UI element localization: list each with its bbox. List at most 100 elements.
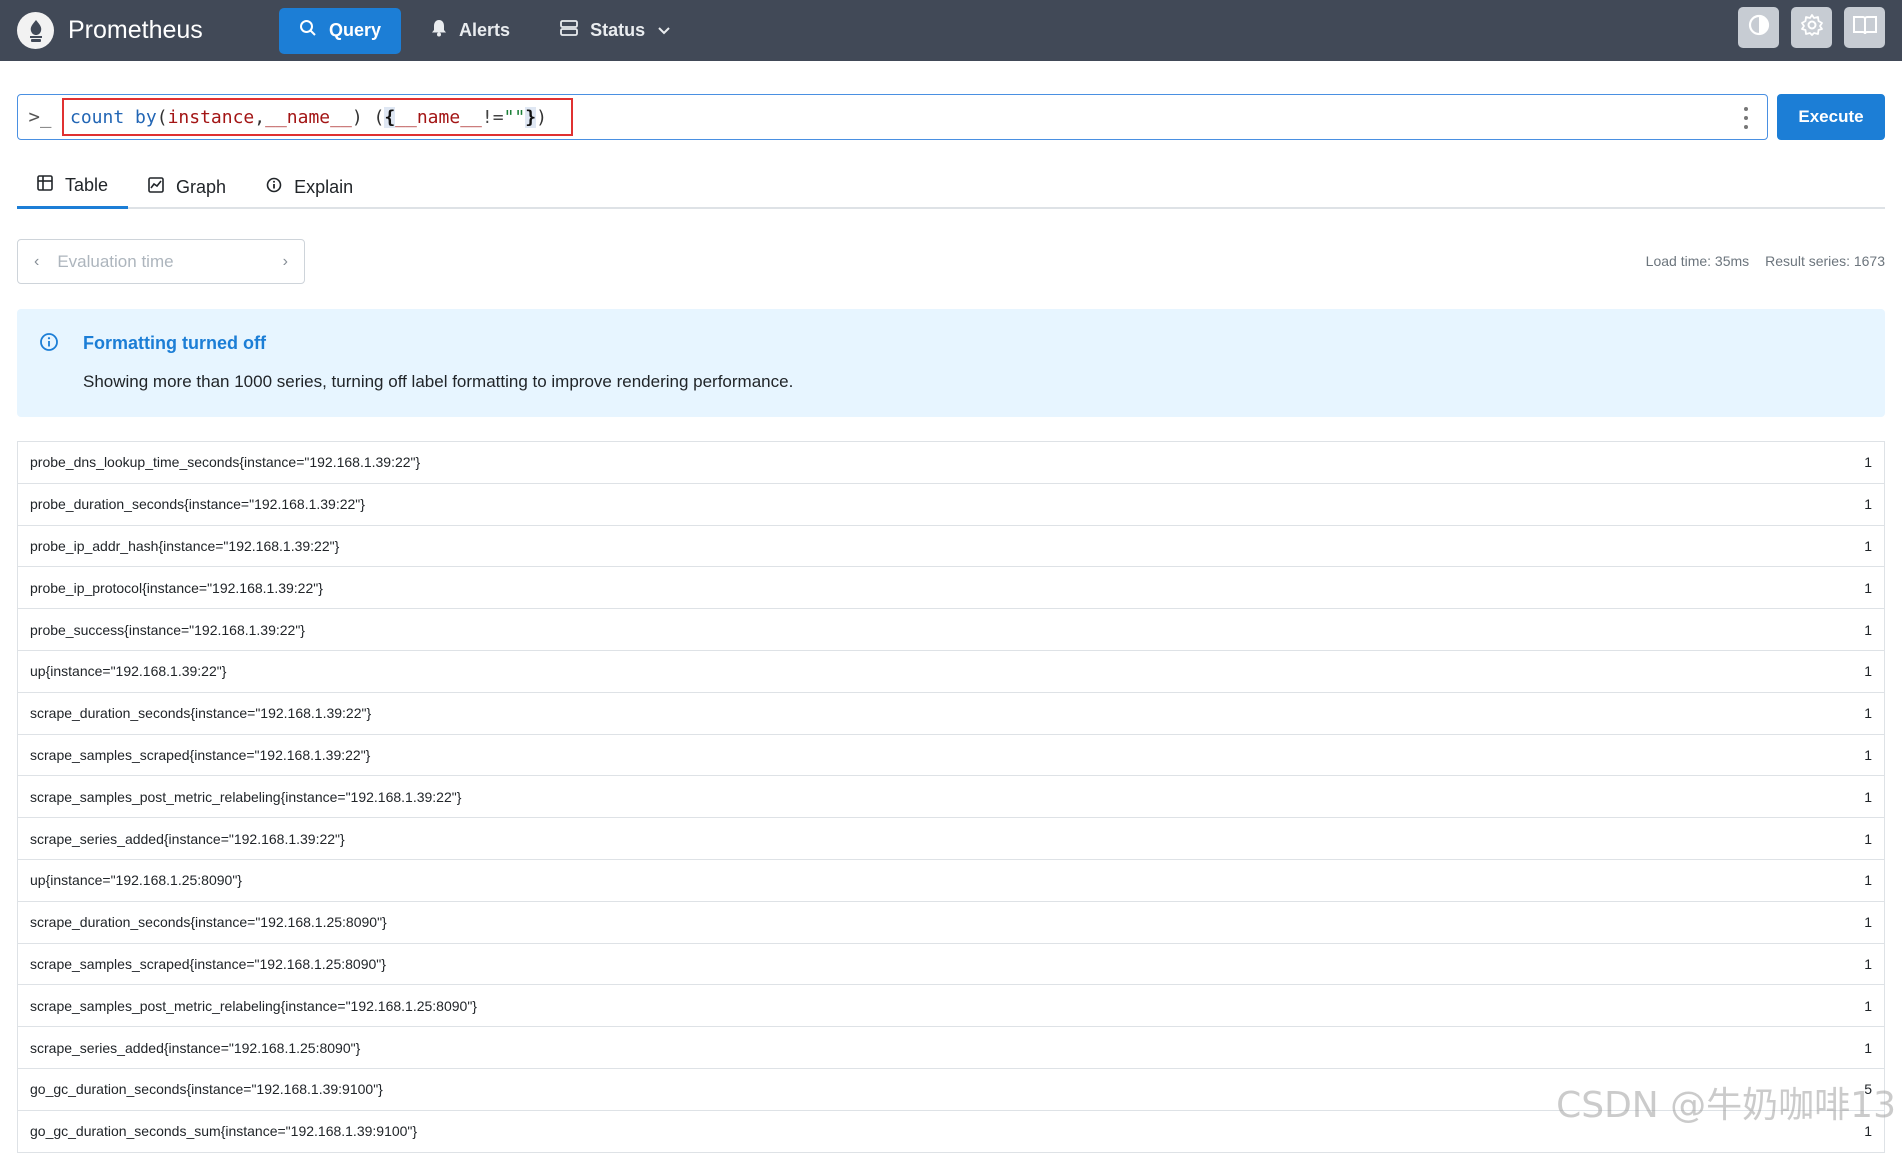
chevron-right-icon[interactable]: › — [283, 253, 288, 271]
table-row: probe_duration_seconds{instance="192.168… — [18, 484, 1884, 526]
nav-status[interactable]: Status — [540, 8, 691, 54]
series-value: 1 — [1864, 747, 1872, 763]
series-value: 1 — [1864, 705, 1872, 721]
settings-button[interactable] — [1791, 7, 1832, 48]
series-label: go_gc_duration_seconds_sum{instance="192… — [30, 1123, 417, 1139]
table-row: up{instance="192.168.1.25:8090"}1 — [18, 860, 1884, 902]
query-token: ( — [157, 107, 168, 128]
table-row: scrape_series_added{instance="192.168.1.… — [18, 818, 1884, 860]
docs-book-icon — [1852, 14, 1878, 41]
nav-status-label: Status — [590, 20, 645, 41]
series-value: 1 — [1864, 580, 1872, 596]
expression-text[interactable]: count by(instance,__name__) ({__name__!=… — [62, 98, 573, 136]
table-row: probe_dns_lookup_time_seconds{instance="… — [18, 442, 1884, 484]
query-token: { — [384, 107, 395, 128]
result-tabs: Table Graph Explain — [17, 165, 1885, 209]
load-time: Load time: 35ms — [1646, 253, 1750, 269]
series-label: probe_success{instance="192.168.1.39:22"… — [30, 622, 305, 638]
alert-message: Showing more than 1000 series, turning o… — [83, 372, 793, 392]
table-row: scrape_series_added{instance="192.168.1.… — [18, 1027, 1884, 1069]
series-label: probe_duration_seconds{instance="192.168… — [30, 496, 365, 512]
watermark-text: CSDN @牛奶咖啡13 — [1556, 1076, 1896, 1128]
query-token: instance — [168, 107, 255, 128]
brand-title: Prometheus — [68, 16, 203, 45]
theme-toggle-button[interactable] — [1738, 7, 1779, 48]
search-icon — [299, 19, 317, 42]
execute-button[interactable]: Execute — [1777, 94, 1885, 140]
server-icon — [560, 20, 578, 41]
series-value: 1 — [1864, 1040, 1872, 1056]
nav-query-label: Query — [329, 20, 381, 41]
more-options-icon[interactable] — [1743, 107, 1749, 129]
table-row: probe_ip_protocol{instance="192.168.1.39… — [18, 567, 1884, 609]
bell-icon — [431, 19, 447, 42]
series-label: scrape_samples_post_metric_relabeling{in… — [30, 789, 461, 805]
nav-query[interactable]: Query — [279, 8, 401, 54]
prometheus-flame-icon — [17, 12, 54, 49]
series-label: up{instance="192.168.1.39:22"} — [30, 663, 226, 679]
series-value: 1 — [1864, 914, 1872, 930]
main-nav: Query Alerts Status — [279, 8, 691, 54]
expression-input[interactable]: >_ count by(instance,__name__) ({__name_… — [17, 94, 1768, 140]
documentation-button[interactable] — [1844, 7, 1885, 48]
tab-explain[interactable]: Explain — [246, 165, 373, 209]
nav-alerts[interactable]: Alerts — [411, 8, 530, 54]
series-label: scrape_samples_scraped{instance="192.168… — [30, 956, 386, 972]
series-value: 1 — [1864, 956, 1872, 972]
tab-table-label: Table — [65, 175, 108, 196]
series-label: probe_dns_lookup_time_seconds{instance="… — [30, 454, 420, 470]
series-label: scrape_duration_seconds{instance="192.16… — [30, 914, 387, 930]
table-row: up{instance="192.168.1.39:22"}1 — [18, 651, 1884, 693]
series-label: probe_ip_protocol{instance="192.168.1.39… — [30, 580, 323, 596]
table-row: scrape_samples_post_metric_relabeling{in… — [18, 776, 1884, 818]
series-label: probe_ip_addr_hash{instance="192.168.1.3… — [30, 538, 339, 554]
query-token: != — [482, 107, 504, 128]
table-row: scrape_samples_scraped{instance="192.168… — [18, 735, 1884, 777]
query-token: by — [135, 107, 157, 128]
info-circle-icon — [39, 332, 59, 357]
chevron-left-icon[interactable]: ‹ — [34, 253, 39, 271]
series-label: scrape_duration_seconds{instance="192.16… — [30, 705, 371, 721]
table-row: scrape_duration_seconds{instance="192.16… — [18, 902, 1884, 944]
header-actions — [1738, 7, 1885, 48]
nav-alerts-label: Alerts — [459, 20, 510, 41]
series-label: scrape_series_added{instance="192.168.1.… — [30, 1040, 360, 1056]
table-row: scrape_samples_scraped{instance="192.168… — [18, 944, 1884, 986]
top-navbar: Prometheus Query Alerts Status — [0, 0, 1902, 61]
terminal-prompt-icon: >_ — [18, 95, 62, 139]
table-row: probe_success{instance="192.168.1.39:22"… — [18, 609, 1884, 651]
tab-graph-label: Graph — [176, 177, 226, 198]
table-row: probe_ip_addr_hash{instance="192.168.1.3… — [18, 526, 1884, 568]
table-row: scrape_samples_post_metric_relabeling{in… — [18, 985, 1884, 1027]
query-token: count — [70, 107, 124, 128]
series-value: 1 — [1864, 622, 1872, 638]
query-token: "" — [504, 107, 526, 128]
chevron-down-icon — [657, 20, 671, 41]
result-series-count: Result series: 1673 — [1765, 253, 1885, 269]
info-icon — [266, 177, 282, 198]
brand-logo-link[interactable]: Prometheus — [17, 12, 262, 49]
results-table: probe_dns_lookup_time_seconds{instance="… — [17, 441, 1885, 1153]
formatting-alert: Formatting turned off Showing more than … — [17, 309, 1885, 417]
series-label: scrape_samples_scraped{instance="192.168… — [30, 747, 370, 763]
series-value: 1 — [1864, 454, 1872, 470]
series-label: scrape_samples_post_metric_relabeling{in… — [30, 998, 477, 1014]
series-value: 1 — [1864, 538, 1872, 554]
query-row: >_ count by(instance,__name__) ({__name_… — [17, 94, 1885, 140]
series-label: up{instance="192.168.1.25:8090"} — [30, 872, 242, 888]
query-token — [124, 107, 135, 128]
series-label: scrape_series_added{instance="192.168.1.… — [30, 831, 345, 847]
theme-toggle-icon — [1747, 13, 1771, 42]
tab-graph[interactable]: Graph — [128, 165, 246, 209]
table-row: scrape_duration_seconds{instance="192.16… — [18, 693, 1884, 735]
alert-title: Formatting turned off — [83, 333, 266, 354]
evaluation-time-input[interactable]: Evaluation time — [57, 252, 282, 272]
graph-icon — [148, 177, 164, 198]
query-token: __name__ — [265, 107, 352, 128]
series-value: 1 — [1864, 496, 1872, 512]
series-value: 1 — [1864, 998, 1872, 1014]
query-token: ) — [536, 107, 547, 128]
query-token: ) ( — [352, 107, 385, 128]
series-value: 1 — [1864, 789, 1872, 805]
tab-table[interactable]: Table — [17, 165, 128, 209]
